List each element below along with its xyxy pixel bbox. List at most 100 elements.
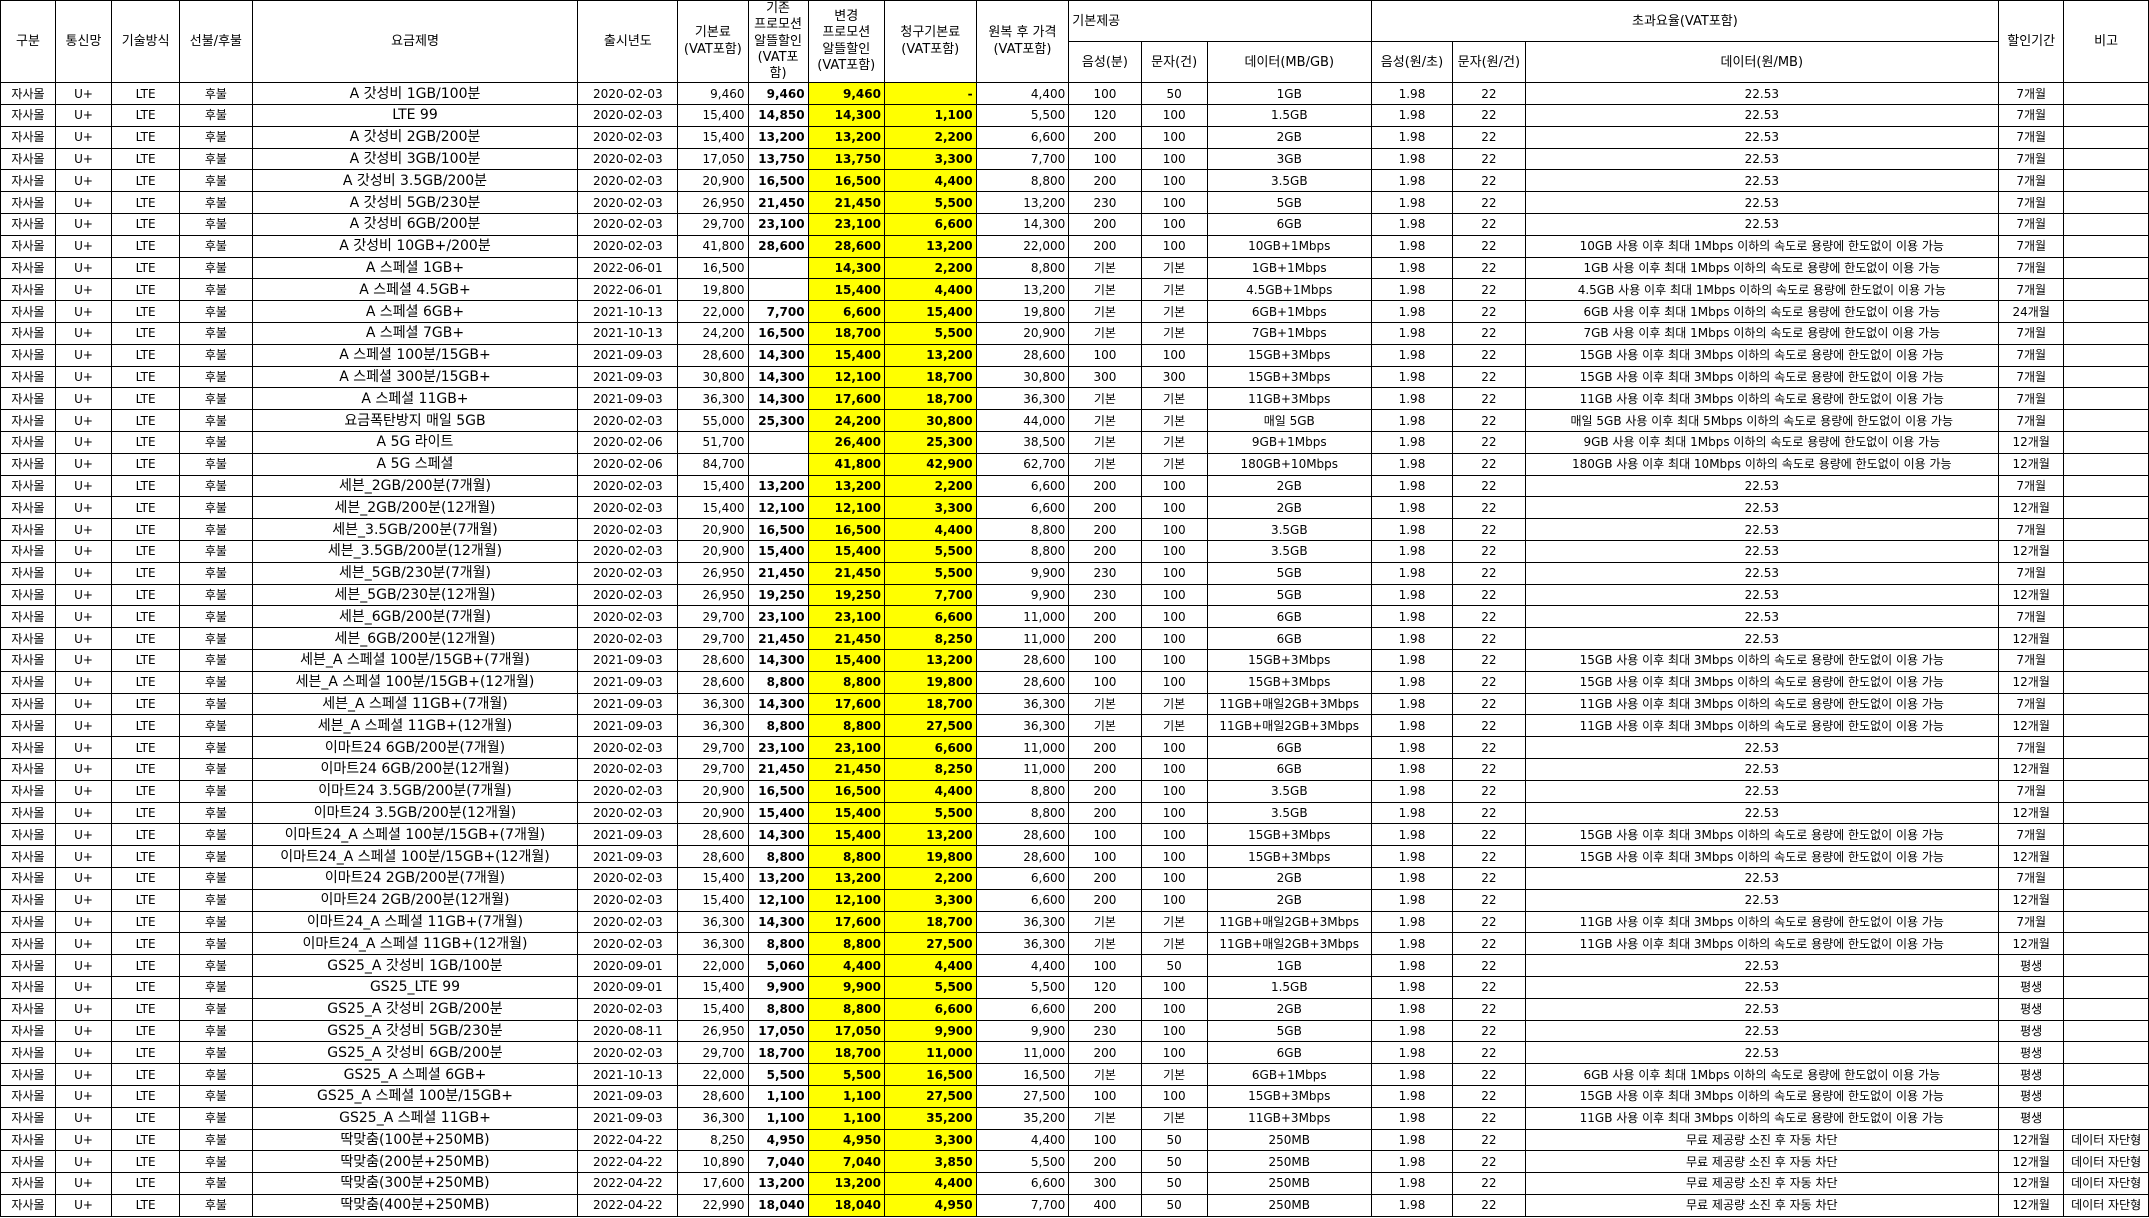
- cell-restored-price: 6,600: [975, 997, 1070, 1021]
- cell-carrier: U+: [54, 1128, 113, 1152]
- cell-payment: 후불: [179, 779, 253, 803]
- cell-sms: 100: [1140, 823, 1208, 847]
- cell-ov-sms: 22: [1452, 1106, 1526, 1130]
- cell-release: 2022-06-01: [577, 256, 679, 280]
- cell-ov-data: 무료 제공량 소진 후 자동 차단: [1524, 1128, 2000, 1152]
- cell-billed-fee: 13,200: [883, 234, 977, 258]
- cell-release: 2021-09-03: [577, 365, 679, 389]
- cell-discount-period: 평생: [1998, 1084, 2065, 1108]
- cell-voice: 기본: [1068, 256, 1142, 280]
- cell-ov-sms: 22: [1452, 518, 1526, 541]
- cell-old-promo: 7,040: [747, 1150, 809, 1174]
- cell-voice: 200: [1068, 866, 1142, 890]
- table-row: 자사몰 U+ LTE 후불 딱맞춤(200분+250MB) 2022-04-22 10,89…: [0, 1150, 2149, 1174]
- cell-ov-voice: 1.98: [1370, 1084, 1454, 1108]
- cell-ov-voice: 1.98: [1370, 692, 1454, 716]
- cell-ov-data: 22.53: [1524, 627, 2000, 650]
- cell-restored-price: 30,800: [975, 365, 1070, 389]
- cell-plan: A 5G 라이트: [251, 431, 579, 454]
- cell-ov-sms: 22: [1452, 278, 1526, 302]
- cell-billed-fee: 5,500: [883, 975, 977, 999]
- cell-base-fee: 36,300: [677, 932, 749, 956]
- cell-plan: 이마트24 3.5GB/200분(12개월): [251, 801, 579, 825]
- cell-release: 2020-02-06: [577, 431, 679, 454]
- cell-remarks: [2063, 409, 2149, 432]
- cell-data: 6GB: [1206, 213, 1372, 236]
- cell-ov-voice: 1.98: [1370, 823, 1454, 847]
- cell-carrier: U+: [54, 561, 113, 585]
- cell-new-promo: 15,400: [807, 343, 885, 367]
- cell-ov-data: 22.53: [1524, 801, 2000, 825]
- cell-ov-voice: 1.98: [1370, 452, 1454, 476]
- cell-new-promo: 17,600: [807, 387, 885, 411]
- cell-ov-voice: 1.98: [1370, 234, 1454, 258]
- cell-category: 자사몰: [0, 387, 56, 411]
- table-row: 자사몰 U+ LTE 후불 GS25_LTE 99 2020-09-01 15,400 9,9…: [0, 975, 2149, 999]
- cell-restored-price: 5,500: [975, 975, 1070, 999]
- cell-ov-sms: 22: [1452, 888, 1526, 912]
- cell-carrier: U+: [54, 823, 113, 847]
- cell-discount-period: 12개월: [1998, 801, 2065, 825]
- cell-data: 2GB: [1206, 496, 1372, 520]
- cell-payment: 후불: [179, 1193, 253, 1217]
- cell-ov-data: 22.53: [1524, 888, 2000, 912]
- cell-data: 10GB+1Mbps: [1206, 234, 1372, 258]
- cell-remarks: [2063, 147, 2149, 171]
- table-row: 자사몰 U+ LTE 후불 세븐_A 스페셜 100분/15GB+(12개월) 2021-…: [0, 670, 2149, 694]
- header-release: 출시년도: [577, 0, 679, 84]
- cell-payment: 후불: [179, 561, 253, 585]
- cell-sms: 50: [1140, 1150, 1208, 1174]
- table-row: 자사몰 U+ LTE 후불 세븐_2GB/200분(12개월) 2020-02-03 15,…: [0, 496, 2149, 520]
- cell-category: 자사몰: [0, 779, 56, 803]
- cell-base-fee: 28,600: [677, 823, 749, 847]
- cell-restored-price: 11,000: [975, 627, 1070, 650]
- cell-plan: 이마트24 3.5GB/200분(7개월): [251, 779, 579, 803]
- cell-remarks: 데이터 자단형: [2063, 1172, 2149, 1195]
- cell-old-promo: 17,050: [747, 1019, 809, 1043]
- cell-sms: 100: [1140, 845, 1208, 868]
- cell-ov-voice: 1.98: [1370, 714, 1454, 738]
- cell-carrier: U+: [54, 1172, 113, 1195]
- cell-sms: 100: [1140, 648, 1208, 672]
- cell-sms: 100: [1140, 474, 1208, 498]
- cell-ov-voice: 1.98: [1370, 300, 1454, 324]
- cell-payment: 후불: [179, 300, 253, 324]
- table-row: 자사몰 U+ LTE 후불 딱맞춤(400분+250MB) 2022-04-22 22,99…: [0, 1193, 2149, 1217]
- cell-voice: 120: [1068, 104, 1142, 127]
- cell-sms: 100: [1140, 213, 1208, 236]
- cell-base-fee: 55,000: [677, 409, 749, 432]
- cell-release: 2020-02-03: [577, 866, 679, 890]
- cell-base-fee: 28,600: [677, 1084, 749, 1108]
- cell-ov-sms: 22: [1452, 605, 1526, 629]
- cell-remarks: [2063, 932, 2149, 956]
- cell-remarks: [2063, 714, 2149, 738]
- cell-ov-voice: 1.98: [1370, 104, 1454, 127]
- cell-ov-data: 15GB 사용 이후 최대 3Mbps 이하의 속도로 용량에 한도없이 이용 …: [1524, 365, 2000, 389]
- cell-category: 자사몰: [0, 605, 56, 629]
- cell-discount-period: 12개월: [1998, 452, 2065, 476]
- cell-category: 자사몰: [0, 539, 56, 563]
- cell-restored-price: 11,000: [975, 1041, 1070, 1065]
- cell-release: 2020-02-03: [577, 125, 679, 149]
- table-row: 자사몰 U+ LTE 후불 A 5G 라이트 2020-02-06 51,700 26,400…: [0, 431, 2149, 454]
- cell-release: 2020-02-03: [577, 169, 679, 193]
- cell-category: 자사몰: [0, 191, 56, 215]
- cell-restored-price: 14,300: [975, 213, 1070, 236]
- cell-category: 자사몰: [0, 496, 56, 520]
- cell-restored-price: 16,500: [975, 1063, 1070, 1086]
- cell-base-fee: 26,950: [677, 1019, 749, 1043]
- cell-restored-price: 9,900: [975, 1019, 1070, 1043]
- table-row: 자사몰 U+ LTE 후불 이마트24_A 스페셜 11GB+(12개월) 2020-02…: [0, 932, 2149, 956]
- cell-billed-fee: 6,600: [883, 736, 977, 759]
- cell-carrier: U+: [54, 1063, 113, 1086]
- cell-category: 자사몰: [0, 670, 56, 694]
- cell-discount-period: 7개월: [1998, 561, 2065, 585]
- cell-ov-data: 매일 5GB 사용 이후 최대 5Mbps 이하의 속도로 용량에 한도없이 이…: [1524, 409, 2000, 432]
- cell-base-fee: 16,500: [677, 256, 749, 280]
- cell-carrier: U+: [54, 845, 113, 868]
- cell-discount-period: 12개월: [1998, 496, 2065, 520]
- cell-ov-sms: 22: [1452, 104, 1526, 127]
- cell-ov-sms: 22: [1452, 779, 1526, 803]
- cell-ov-voice: 1.98: [1370, 322, 1454, 345]
- cell-discount-period: 12개월: [1998, 932, 2065, 956]
